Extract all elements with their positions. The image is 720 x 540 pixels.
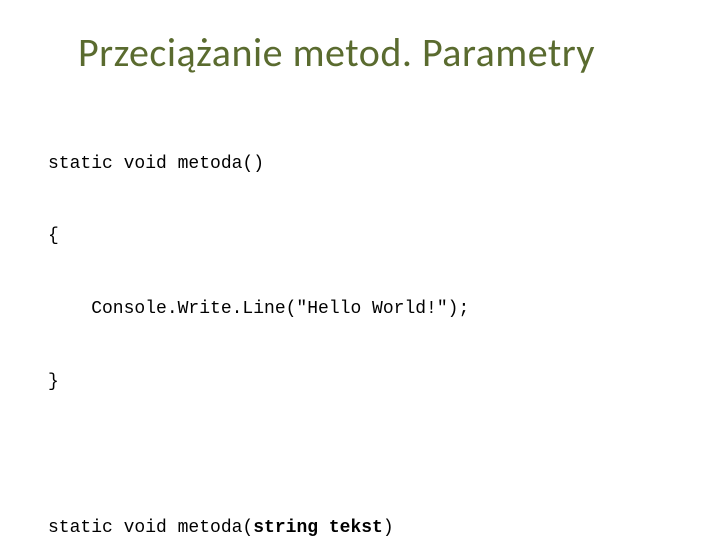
code-text: static void metoda(	[48, 518, 253, 538]
code-block: static void metoda() { Console.Write.Lin…	[48, 103, 672, 540]
slide-title: Przeciążanie metod. Parametry	[78, 28, 672, 77]
code-line: static void metoda()	[48, 152, 672, 176]
slide: Przeciążanie metod. Parametry static voi…	[0, 0, 720, 540]
code-blank-line	[48, 443, 672, 467]
code-line: Console.Write.Line("Hello World!");	[48, 297, 672, 321]
code-line: static void metoda(string tekst)	[48, 516, 672, 540]
code-text: )	[383, 518, 394, 538]
code-line: {	[48, 224, 672, 248]
code-bold: string tekst	[253, 518, 383, 538]
code-line: }	[48, 370, 672, 394]
